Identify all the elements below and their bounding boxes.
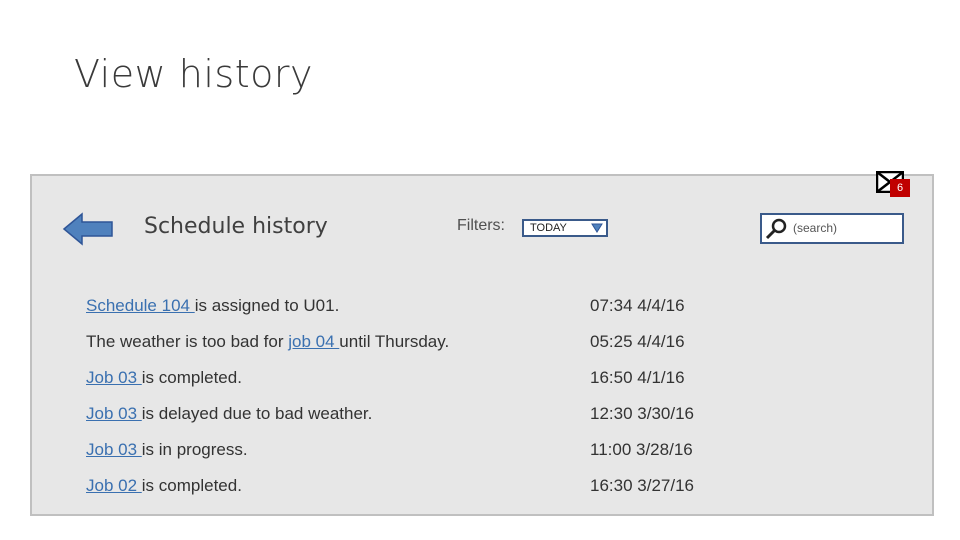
history-row: Job 02 is completed. 16:30 3/27/16 — [86, 476, 726, 500]
page-title: View history — [74, 52, 313, 96]
job-link[interactable]: Job 03 — [86, 368, 142, 387]
schedule-link[interactable]: Schedule 104 — [86, 296, 195, 315]
job-link[interactable]: job 04 — [288, 332, 339, 351]
history-row: Schedule 104 is assigned to U01. 07:34 4… — [86, 296, 726, 320]
filter-dropdown[interactable]: TODAY — [522, 219, 608, 237]
message-text: is in progress. — [141, 440, 248, 459]
history-timestamp: 11:00 3/28/16 — [590, 440, 693, 459]
message-text: is completed. — [141, 476, 242, 495]
history-message: Job 03 is delayed due to bad weather. — [86, 404, 372, 424]
history-message: Job 03 is in progress. — [86, 440, 248, 460]
history-message: Schedule 104 is assigned to U01. — [86, 296, 339, 316]
filter-value: TODAY — [530, 222, 567, 234]
history-row: Job 03 is delayed due to bad weather. 12… — [86, 404, 726, 428]
history-message: Job 03 is completed. — [86, 368, 242, 388]
job-link[interactable]: Job 02 — [86, 476, 142, 495]
history-timestamp: 12:30 3/30/16 — [590, 404, 694, 423]
search-icon — [765, 218, 787, 240]
history-timestamp: 05:25 4/4/16 — [590, 332, 685, 351]
history-timestamp: 07:34 4/4/16 — [590, 296, 685, 315]
search-placeholder: (search) — [793, 221, 838, 235]
history-message: Job 02 is completed. — [86, 476, 242, 496]
message-text: is completed. — [141, 368, 242, 387]
dropdown-caret-icon — [588, 221, 606, 235]
history-row: Job 03 is in progress. 11:00 3/28/16 — [86, 440, 726, 464]
history-message: The weather is too bad for job 04 until … — [86, 332, 449, 352]
job-link[interactable]: Job 03 — [86, 440, 142, 459]
history-timestamp: 16:50 4/1/16 — [590, 368, 685, 387]
history-row: Job 03 is completed. 16:50 4/1/16 — [86, 368, 726, 392]
message-text: The weather is too bad for — [86, 332, 289, 351]
history-timestamp: 16:30 3/27/16 — [590, 476, 694, 495]
message-text: is delayed due to bad weather. — [141, 404, 373, 423]
notification-badge: 6 — [890, 179, 910, 197]
back-arrow-icon[interactable] — [62, 212, 114, 246]
filters-label: Filters: — [457, 217, 505, 234]
history-row: The weather is too bad for job 04 until … — [86, 332, 726, 356]
message-text: is assigned to U01. — [194, 296, 340, 315]
panel-heading: Schedule history — [144, 214, 328, 239]
search-input[interactable]: (search) — [760, 213, 904, 244]
job-link[interactable]: Job 03 — [86, 404, 142, 423]
message-text: until Thursday. — [339, 332, 450, 351]
